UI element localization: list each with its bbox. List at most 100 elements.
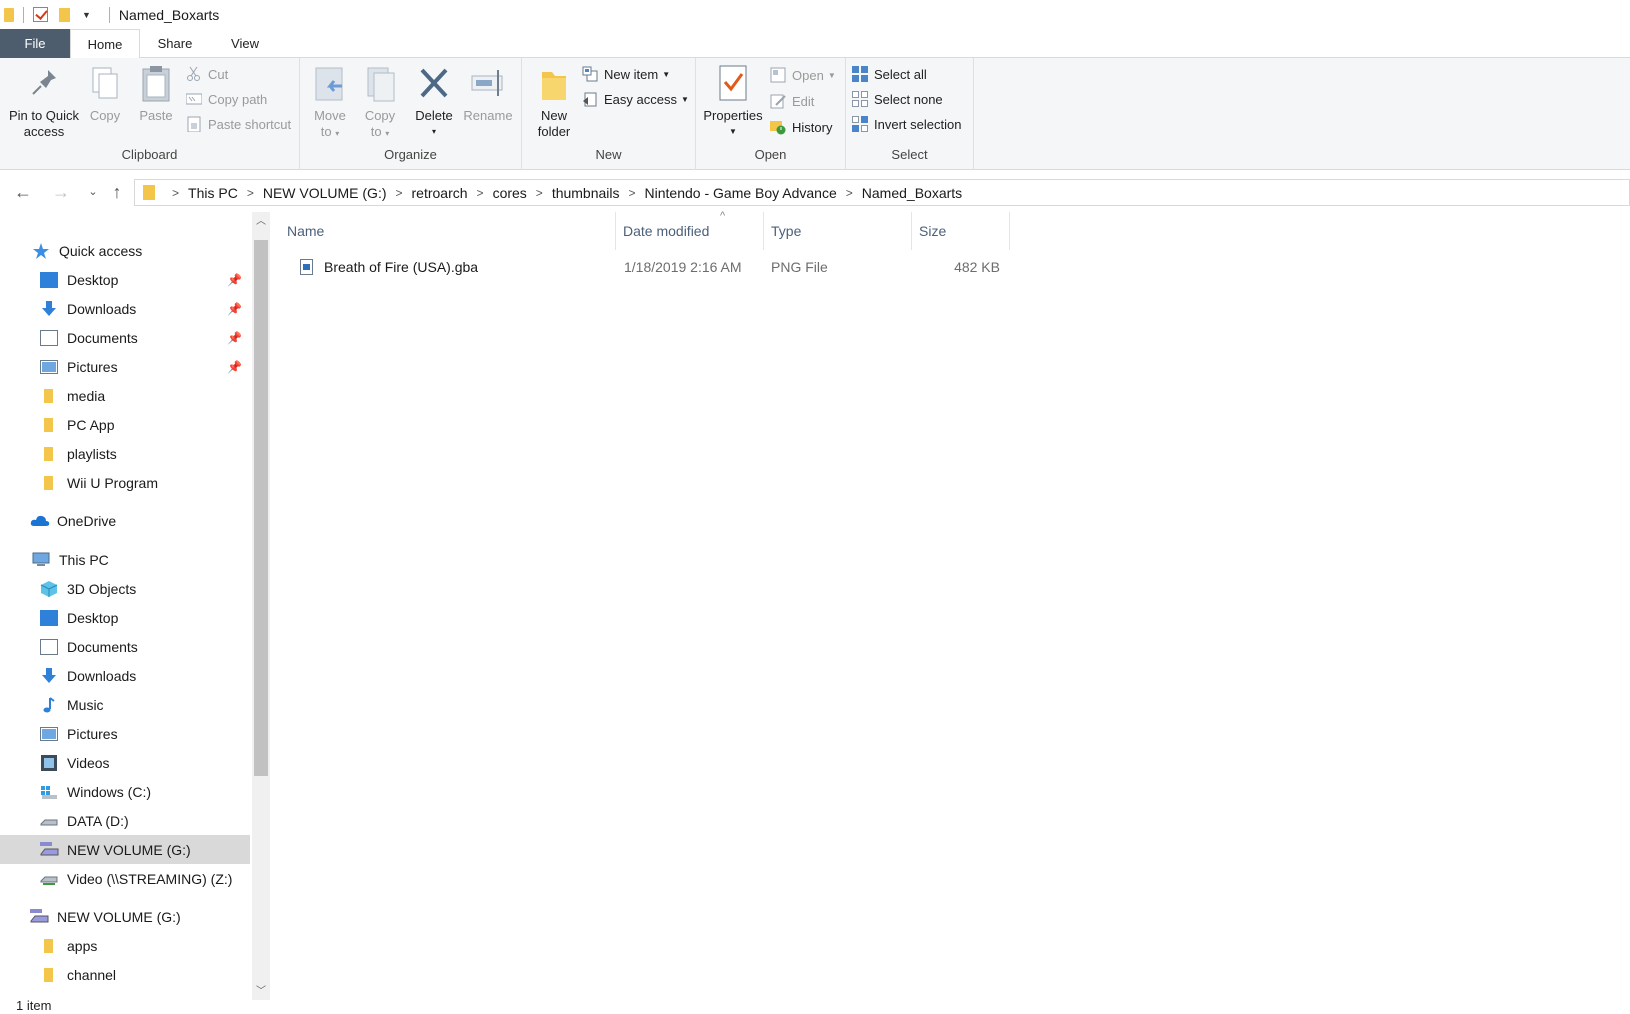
easy-access-button[interactable]: Easy access ▼ [582, 88, 689, 110]
nav-label: NEW VOLUME (G:) [67, 841, 191, 858]
nav-qa-playlists[interactable]: playlists [0, 439, 250, 468]
nav-drive-root-new-volume-g[interactable]: NEW VOLUME (G:) [0, 902, 250, 931]
pin-to-quick-access-button[interactable]: Pin to Quick access [6, 64, 82, 140]
tab-share[interactable]: Share [140, 29, 210, 58]
column-header-type[interactable]: Type [764, 212, 912, 250]
breadcrumb-item[interactable]: thumbnails [552, 185, 620, 201]
nav-label: Quick access [59, 242, 143, 259]
nav-pc-downloads[interactable]: Downloads [0, 661, 250, 690]
pin-icon[interactable]: 📌 [227, 331, 242, 345]
breadcrumb-item[interactable]: NEW VOLUME (G:) [263, 185, 387, 201]
status-bar-item-count: 1 item [16, 998, 52, 1013]
breadcrumb-chevron-icon[interactable]: > [846, 186, 853, 200]
scrollbar-thumb[interactable] [254, 240, 268, 776]
recent-locations-chevron-icon[interactable]: ⌄ [82, 179, 104, 205]
address-bar[interactable]: > This PC > NEW VOLUME (G:) > retroarch … [134, 179, 1630, 206]
table-row[interactable]: Breath of Fire (USA).gba 1/18/2019 2:16 … [280, 254, 1000, 280]
rename-button[interactable]: Rename [460, 64, 516, 124]
file-name: Breath of Fire (USA).gba [324, 259, 479, 275]
breadcrumb-chevron-icon[interactable]: > [629, 186, 636, 200]
nav-label: Documents [67, 638, 138, 655]
move-to-label-2: to ▾ [320, 124, 340, 139]
nav-qa-pc-app[interactable]: PC App [0, 410, 250, 439]
new-folder-button[interactable]: New folder [532, 64, 576, 140]
column-header-date-modified[interactable]: Date modified [616, 212, 764, 250]
breadcrumb-item[interactable]: cores [493, 185, 527, 201]
column-header-name[interactable]: Name [280, 212, 616, 250]
nav-drive-apps[interactable]: apps [0, 931, 250, 960]
nav-pc-music[interactable]: Music [0, 690, 250, 719]
nav-quick-access[interactable]: Quick access [0, 236, 250, 265]
history-button[interactable]: History [770, 116, 832, 138]
breadcrumb-chevron-icon[interactable]: > [247, 186, 254, 200]
nav-pc-pictures[interactable]: Pictures [0, 719, 250, 748]
nav-pc-desktop[interactable]: Desktop [0, 603, 250, 632]
copy-path-button[interactable]: Copy path [185, 88, 268, 110]
nav-pc-videos[interactable]: Videos [0, 748, 250, 777]
select-none-button[interactable]: Select none [852, 88, 943, 110]
up-arrow-icon[interactable]: ↑ [106, 179, 128, 205]
properties-quick-icon[interactable] [33, 7, 48, 22]
breadcrumb-chevron-icon[interactable]: > [172, 186, 179, 200]
nav-label: Desktop [67, 609, 119, 626]
nav-qa-pictures[interactable]: Pictures 📌 [0, 352, 250, 381]
select-all-label: Select all [874, 66, 927, 82]
new-folder-quick-icon[interactable] [59, 7, 70, 22]
new-item-button[interactable]: New item ▼ [582, 63, 670, 85]
nav-label: Wii U Program [67, 474, 159, 491]
edit-button[interactable]: Edit [770, 90, 814, 112]
column-header-size[interactable]: Size [912, 212, 1010, 250]
breadcrumb-chevron-icon[interactable]: > [536, 186, 543, 200]
nav-drive-channel[interactable]: channel [0, 960, 250, 989]
nav-qa-downloads[interactable]: Downloads 📌 [0, 294, 250, 323]
tab-view[interactable]: View [210, 29, 280, 58]
delete-button[interactable]: Delete ▾ [412, 64, 456, 140]
select-all-button[interactable]: Select all [852, 63, 927, 85]
copy-button[interactable]: Copy [84, 64, 126, 124]
nav-this-pc[interactable]: This PC [0, 545, 250, 574]
breadcrumb-item[interactable]: retroarch [412, 185, 468, 201]
nav-pc-new-volume-g[interactable]: NEW VOLUME (G:) [0, 835, 250, 864]
nav-pc-3d-objects[interactable]: 3D Objects [0, 574, 250, 603]
forward-arrow-icon[interactable]: → [50, 179, 72, 205]
tab-file[interactable]: File [0, 29, 70, 58]
nav-pc-documents[interactable]: Documents [0, 632, 250, 661]
paste-shortcut-button[interactable]: Paste shortcut [186, 113, 291, 135]
pin-icon[interactable]: 📌 [227, 360, 242, 374]
customize-toolbar-chevron-icon[interactable]: ▼ [82, 10, 91, 20]
nav-qa-media[interactable]: media [0, 381, 250, 410]
paste-button[interactable]: Paste [134, 64, 178, 124]
breadcrumb-item[interactable]: Named_Boxarts [862, 185, 962, 201]
scroll-down-arrow-icon[interactable]: ﹀ [252, 982, 270, 1002]
nav-pc-video-streaming-z[interactable]: Video (\\STREAMING) (Z:) [0, 864, 250, 893]
tab-home[interactable]: Home [70, 29, 140, 59]
pin-icon[interactable]: 📌 [227, 302, 242, 316]
open-group: Properties ▼ Open ▼ Edit History Open [696, 58, 846, 170]
open-group-label: Open [754, 147, 787, 162]
nav-label: apps [67, 937, 98, 954]
breadcrumb-chevron-icon[interactable]: > [477, 186, 484, 200]
open-button[interactable]: Open ▼ [770, 64, 836, 86]
breadcrumb-item[interactable]: This PC [188, 185, 238, 201]
copy-label: Copy [89, 108, 121, 123]
copy-path-label: Copy path [208, 91, 268, 107]
nav-qa-documents[interactable]: Documents 📌 [0, 323, 250, 352]
copy-to-button[interactable]: Copy to ▾ [358, 64, 402, 142]
nav-pc-data-d[interactable]: DATA (D:) [0, 806, 250, 835]
nav-pc-windows-c[interactable]: Windows (C:) [0, 777, 250, 806]
navigation-pane-scrollbar[interactable]: ︿ ﹀ [252, 212, 270, 1000]
pin-icon[interactable]: 📌 [227, 273, 242, 287]
cut-button[interactable]: Cut [186, 63, 228, 85]
back-arrow-icon[interactable]: ← [12, 179, 34, 205]
properties-button[interactable]: Properties ▼ [700, 64, 766, 140]
image-file-icon [300, 259, 313, 275]
nav-onedrive[interactable]: OneDrive [0, 506, 250, 535]
nav-qa-desktop[interactable]: Desktop 📌 [0, 265, 250, 294]
breadcrumb-item[interactable]: Nintendo - Game Boy Advance [645, 185, 837, 201]
invert-selection-button[interactable]: Invert selection [852, 113, 961, 135]
breadcrumb-chevron-icon[interactable]: > [396, 186, 403, 200]
properties-check-icon [715, 64, 751, 104]
move-to-button[interactable]: Move to ▾ [308, 64, 352, 142]
scroll-up-arrow-icon[interactable]: ︿ [252, 212, 270, 232]
nav-qa-wii-u-program[interactable]: Wii U Program [0, 468, 250, 497]
